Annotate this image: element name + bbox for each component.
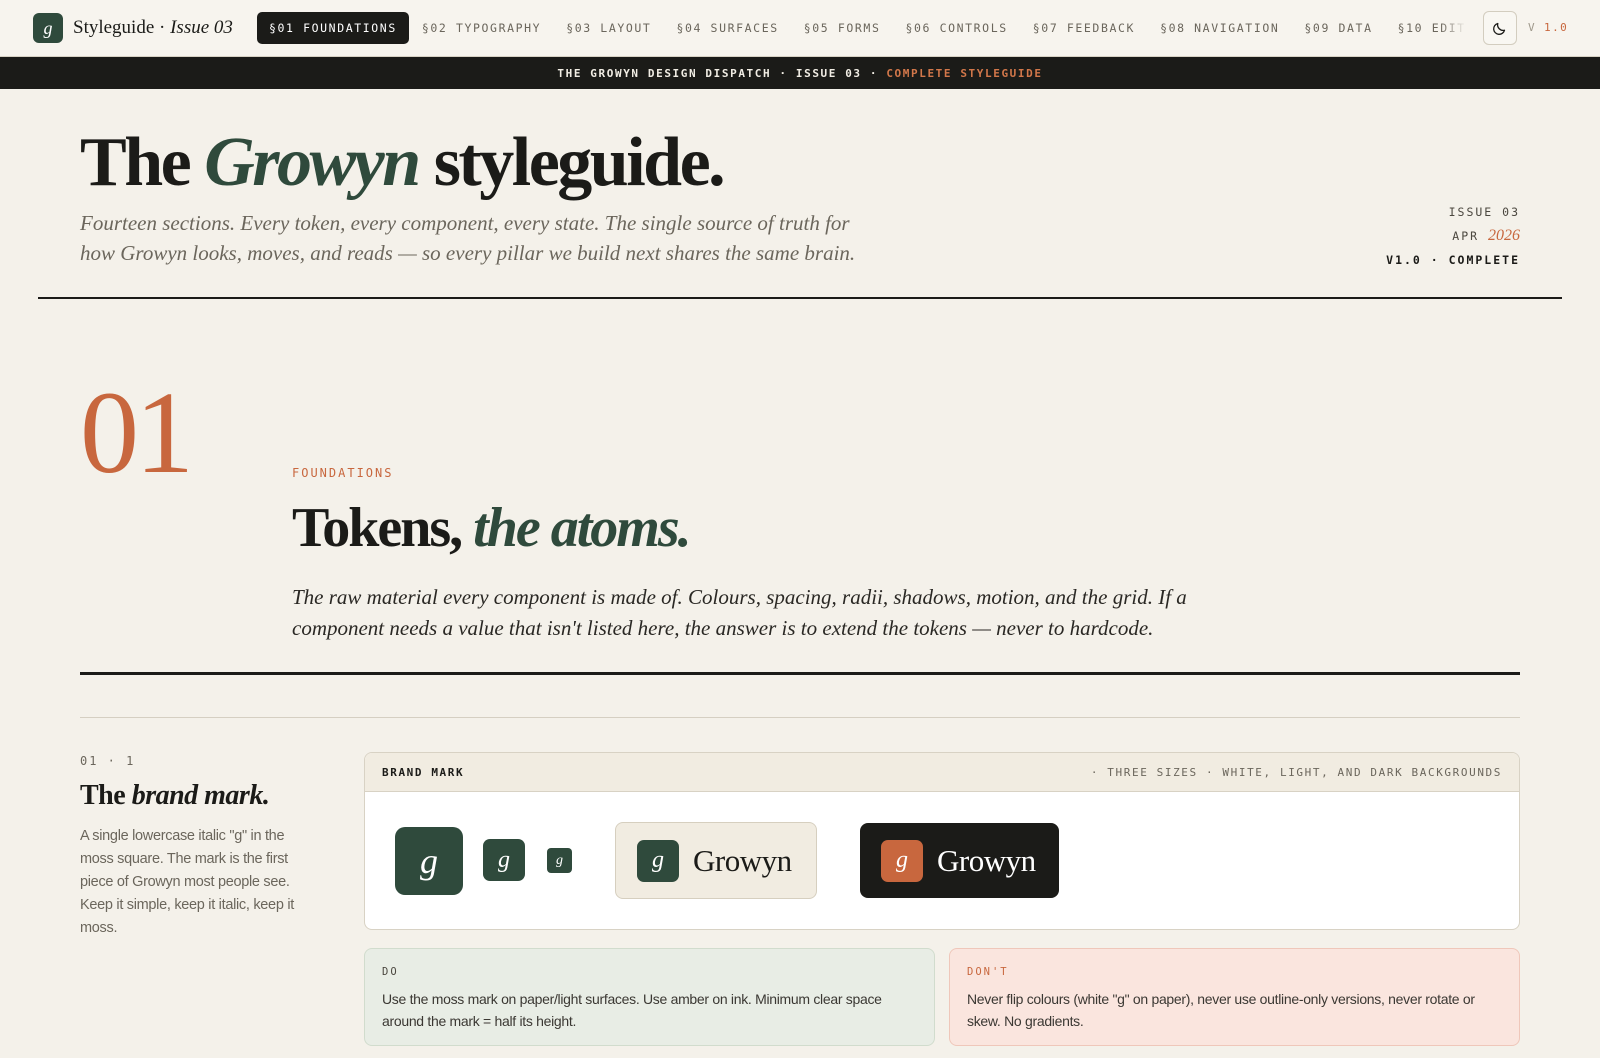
do-guideline: DO Use the moss mark on paper/light surf… <box>364 948 935 1046</box>
version-prefix: V <box>1528 21 1545 34</box>
section-kicker: FOUNDATIONS <box>292 466 394 480</box>
brand-mark-small: g <box>547 848 572 873</box>
subsection-divider <box>80 717 1520 718</box>
subsection-description: A single lowercase italic "g" in the mos… <box>80 828 294 936</box>
nav-link-controls[interactable]: §06 CONTROLS <box>893 12 1019 44</box>
lockup-light-wordmark: Growyn <box>693 842 792 878</box>
section-nav: §01 FOUNDATIONS §02 TYPOGRAPHY §03 LAYOU… <box>257 12 1487 44</box>
do-label: DO <box>382 966 399 978</box>
card-label: BRAND MARK <box>382 765 465 779</box>
issue-number: ISSUE 03 <box>1448 205 1520 219</box>
nav-link-navigation[interactable]: §08 NAVIGATION <box>1148 12 1291 44</box>
dispatch-banner: THE GROWYN DESIGN DISPATCH · ISSUE 03 · … <box>0 57 1600 89</box>
issue-year: 2026 <box>1488 227 1520 244</box>
dont-label: DON'T <box>967 966 1009 978</box>
card-body: g g g g Growyn g Growyn <box>365 792 1519 929</box>
brand-link[interactable]: g Styleguide · Issue 03 <box>33 13 233 43</box>
section-lede: The raw material every component is made… <box>292 585 1187 640</box>
nav-link-surfaces[interactable]: §04 SURFACES <box>664 12 790 44</box>
lockup-light: g Growyn <box>615 822 817 899</box>
top-navigation: g Styleguide · Issue 03 §01 FOUNDATIONS … <box>0 0 1600 57</box>
subsection-title-emphasis: brand mark. <box>131 780 270 811</box>
dont-text: Never flip colours (white "g" on paper),… <box>967 991 1475 1029</box>
section-divider <box>80 672 1520 675</box>
theme-toggle-button[interactable] <box>1483 11 1517 45</box>
nav-link-data[interactable]: §09 DATA <box>1292 12 1384 44</box>
page-subtitle: Fourteen sections. Every token, every co… <box>80 211 856 265</box>
nav-link-foundations[interactable]: §01 FOUNDATIONS <box>257 12 409 44</box>
brand-name: Styleguide <box>73 17 155 38</box>
dont-guideline: DON'T Never flip colours (white "g" on p… <box>949 948 1520 1046</box>
card-meta: · THREE SIZES · WHITE, LIGHT, AND DARK B… <box>1090 765 1502 779</box>
do-text: Use the moss mark on paper/light surface… <box>382 991 882 1029</box>
brand-title: Styleguide · Issue 03 <box>73 17 233 39</box>
section-title-part: Tokens, <box>292 497 474 559</box>
nav-fade <box>1440 0 1484 56</box>
version-number: 1.0 <box>1544 21 1569 34</box>
card-header: BRAND MARK · THREE SIZES · WHITE, LIGHT,… <box>365 753 1519 792</box>
nav-link-forms[interactable]: §05 FORMS <box>792 12 893 44</box>
nav-link-typography[interactable]: §02 TYPOGRAPHY <box>410 12 553 44</box>
page-title: The Growyn styleguide. <box>80 128 726 198</box>
subsection-number: 01 · 1 <box>80 754 136 768</box>
issue-meta: ISSUE 03 APR 2026 V1.0 · COMPLETE <box>1386 200 1520 272</box>
brand-mark-card: BRAND MARK · THREE SIZES · WHITE, LIGHT,… <box>364 752 1520 930</box>
subsection-title: The brand mark. <box>80 780 270 812</box>
dispatch-text: THE GROWYN DESIGN DISPATCH · ISSUE 03 · <box>557 66 887 80</box>
title-part: The <box>80 124 205 201</box>
brand-mark-large: g <box>395 827 463 895</box>
lockup-light-mark: g <box>637 839 679 882</box>
lockup-dark-wordmark: Growyn <box>937 842 1036 878</box>
title-emphasis: Growyn <box>204 124 421 201</box>
brand-separator: · <box>154 17 171 38</box>
lockup-dark-mark: g <box>881 839 923 882</box>
issue-date: APR 2026 <box>1386 224 1520 248</box>
section-title-emphasis: the atoms. <box>473 497 691 559</box>
title-part: styleguide. <box>418 124 726 201</box>
hero-divider <box>38 297 1562 299</box>
issue-status: V1.0 · COMPLETE <box>1386 253 1520 267</box>
brand-mark-medium: g <box>483 839 525 881</box>
section-number: 01 <box>80 367 194 498</box>
brand-logo: g <box>33 13 63 43</box>
moon-icon <box>1493 22 1506 35</box>
dispatch-accent: COMPLETE STYLEGUIDE <box>886 66 1043 80</box>
section-title: Tokens, the atoms. <box>292 497 692 559</box>
version-label: V 1.0 <box>1528 21 1568 34</box>
nav-link-layout[interactable]: §03 LAYOUT <box>554 12 663 44</box>
brand-issue: Issue 03 <box>170 17 233 38</box>
nav-link-feedback[interactable]: §07 FEEDBACK <box>1021 12 1147 44</box>
lockup-dark: g Growyn <box>860 823 1059 898</box>
issue-month: APR <box>1452 229 1488 243</box>
subsection-title-part: The <box>80 780 132 811</box>
